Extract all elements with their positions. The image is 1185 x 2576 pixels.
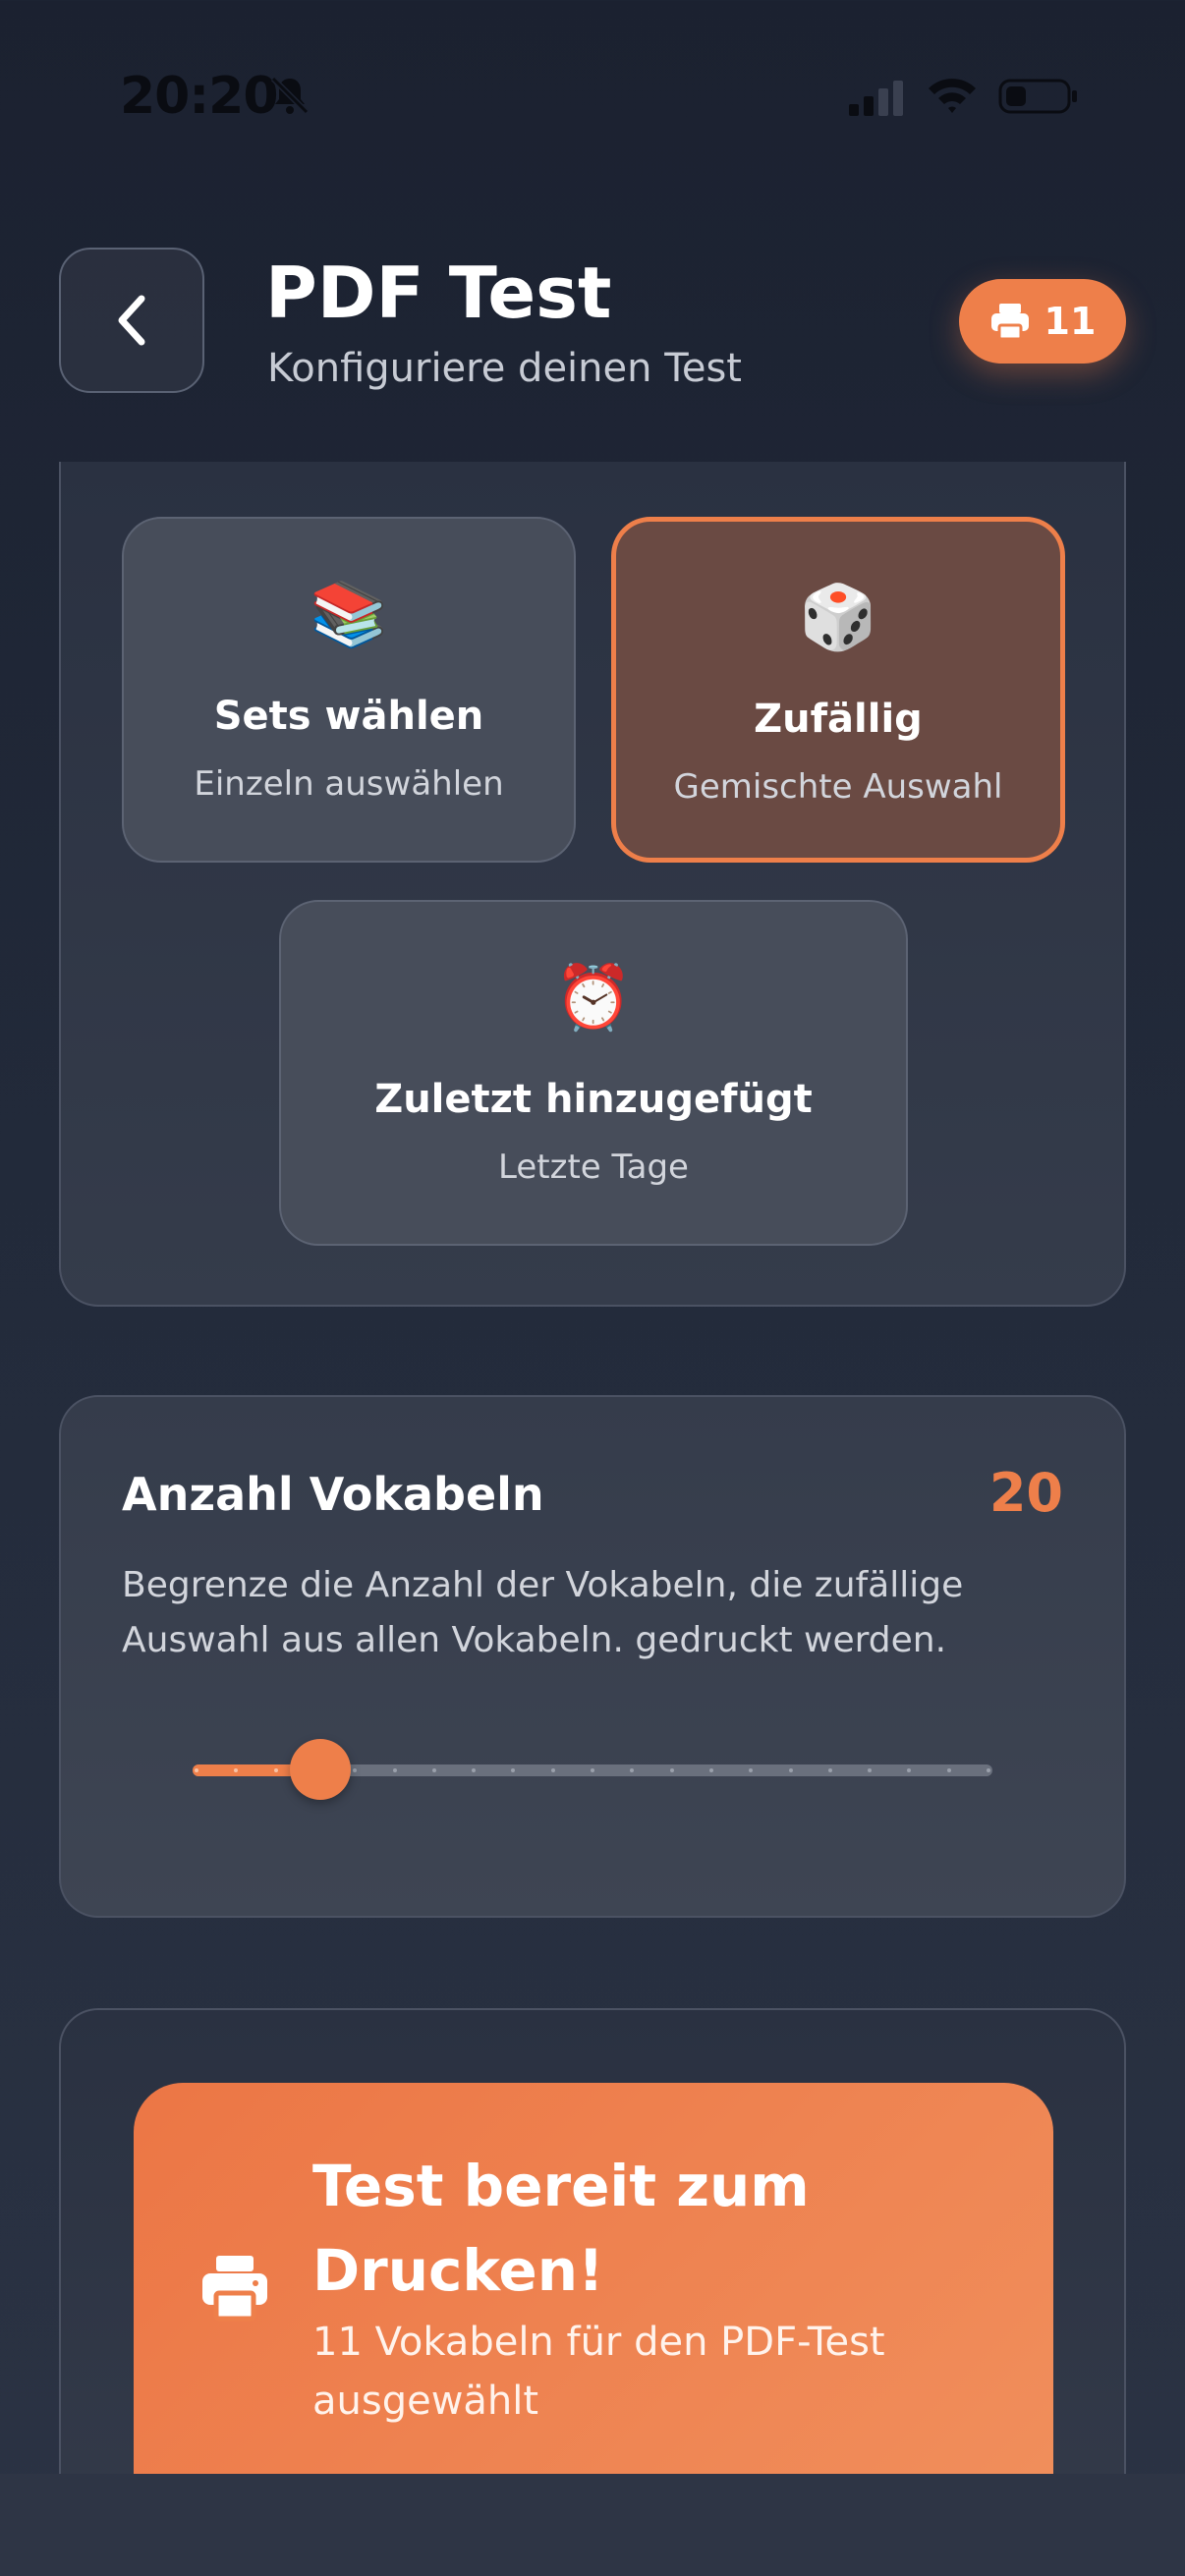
selection-mode-card: 📚 Sets wählen Einzeln auswählen 🎲 Zufäll… [59, 462, 1126, 1307]
vocab-count-card: Anzahl Vokabeln 20 Begrenze die Anzahl d… [59, 1395, 1126, 1918]
slider-thumb[interactable] [290, 1739, 351, 1800]
slider-step-dot [907, 1768, 911, 1772]
slider-step-dot [195, 1768, 198, 1772]
back-button[interactable] [59, 248, 204, 393]
slider-step-dot [868, 1768, 872, 1772]
slider-step-dot [591, 1768, 594, 1772]
slider-step-dot [234, 1768, 238, 1772]
slider-step-dot [987, 1768, 990, 1772]
slider-step-dot [749, 1768, 753, 1772]
slider-step-dot [353, 1768, 357, 1772]
slider-step-dot [393, 1768, 397, 1772]
slider-step-dot [947, 1768, 951, 1772]
option-title: Zuletzt hinzugefügt [374, 1077, 813, 1122]
printer-icon [202, 2256, 267, 2322]
vocab-count-title: Anzahl Vokabeln [122, 1468, 544, 1521]
battery-icon [998, 79, 1077, 114]
option-subtitle: Gemischte Auswahl [673, 767, 1003, 807]
slider-step-dot [828, 1768, 832, 1772]
slider-step-dot [670, 1768, 674, 1772]
slider-step-dot [511, 1768, 515, 1772]
books-icon: 📚 [310, 579, 388, 651]
slider-step-dot [630, 1768, 634, 1772]
vocab-count-value: 20 [988, 1462, 1063, 1524]
bell-slash-icon [270, 76, 310, 115]
print-count-badge[interactable]: 11 [959, 279, 1126, 364]
status-time: 20:20 [120, 67, 279, 126]
printer-icon [990, 304, 1029, 341]
ready-title: Test bereit zum Drucken! [312, 2153, 810, 2304]
slider-step-dot [789, 1768, 793, 1772]
option-subtitle: Letzte Tage [498, 1148, 689, 1187]
option-subtitle: Einzeln auswählen [194, 764, 504, 804]
page-title: PDF Test [265, 252, 612, 334]
option-title: Zufällig [754, 697, 923, 742]
slider-step-dot [709, 1768, 713, 1772]
wifi-icon [929, 79, 976, 113]
option-title: Sets wählen [213, 694, 484, 739]
signal-icon [849, 81, 903, 116]
slider-step-dot [472, 1768, 476, 1772]
ready-subtitle: 11 Vokabeln für den PDF-Test ausgewählt [312, 2320, 885, 2424]
option-sets-select[interactable]: 📚 Sets wählen Einzeln auswählen [122, 517, 576, 863]
print-count: 11 [1044, 300, 1097, 343]
slider-step-dot [432, 1768, 436, 1772]
status-bar: 20:20 [0, 0, 1185, 196]
bottom-bar [0, 2474, 1185, 2576]
page-subtitle: Konfiguriere deinen Test [267, 346, 742, 391]
vocab-count-description: Begrenze die Anzahl der Vokabeln, die zu… [122, 1565, 964, 1660]
slider-step-dot [274, 1768, 278, 1772]
header: PDF Test Konfiguriere deinen Test 11 [0, 246, 1185, 462]
alarm-clock-icon: ⏰ [554, 962, 633, 1035]
option-random[interactable]: 🎲 Zufällig Gemischte Auswahl [611, 517, 1065, 863]
vocab-count-slider[interactable] [193, 1739, 1053, 1802]
slider-step-dot [551, 1768, 555, 1772]
dice-icon: 🎲 [799, 582, 877, 654]
option-recently-added[interactable]: ⏰ Zuletzt hinzugefügt Letzte Tage [279, 900, 908, 1246]
chevron-left-icon [118, 295, 145, 346]
